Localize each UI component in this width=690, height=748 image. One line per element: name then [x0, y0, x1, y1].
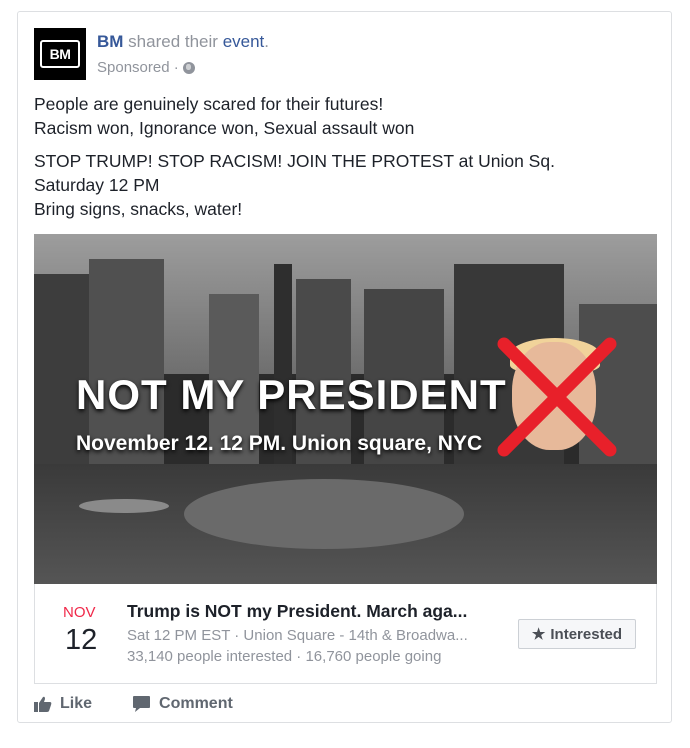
star-icon: ★: [531, 626, 546, 643]
event-title-link[interactable]: Trump is NOT my President. March aga...: [127, 601, 467, 622]
comment-label: Comment: [159, 695, 233, 712]
page-avatar[interactable]: BM: [34, 28, 86, 80]
event-link[interactable]: event: [223, 32, 265, 51]
page-name-link[interactable]: BM: [97, 32, 123, 51]
comment-icon: [133, 696, 151, 712]
comment-button[interactable]: Comment: [132, 695, 233, 713]
interested-button[interactable]: ★ Interested: [518, 619, 636, 649]
event-info-box[interactable]: NOV 12 Trump is NOT my President. March …: [34, 584, 657, 684]
event-cover-image[interactable]: NOT MY PRESIDENT November 12. 12 PM. Uni…: [34, 234, 657, 584]
post-header: BM shared their event.: [97, 32, 269, 52]
event-month: NOV: [63, 604, 96, 621]
event-counts: 33,140 people interested · 16,760 people…: [127, 648, 442, 665]
post-verb: shared their: [123, 32, 223, 51]
thumbs-up-icon: [34, 696, 52, 712]
post-verb-end: .: [264, 32, 270, 51]
gazebo: [79, 499, 169, 513]
sponsored-label[interactable]: Sponsored ·: [97, 59, 179, 76]
globe-icon: [182, 61, 195, 74]
post-actions: Like Comment: [34, 692, 233, 716]
post-subtitle: Sponsored ·: [97, 59, 195, 76]
post-paragraph-2: STOP TRUMP! STOP RACISM! JOIN THE PROTES…: [34, 151, 555, 219]
red-x-mark: [497, 337, 617, 457]
like-label: Like: [60, 695, 93, 712]
cover-dateline: November 12. 12 PM. Union square, NYC: [76, 432, 483, 455]
post-card: BM BM shared their event. Sponsored · Pe…: [17, 11, 672, 723]
interested-label: Interested: [550, 625, 623, 643]
cover-headline: NOT MY PRESIDENT: [76, 371, 507, 418]
event-day: 12: [65, 624, 98, 656]
post-paragraph-1: People are genuinely scared for their fu…: [34, 94, 415, 138]
like-button[interactable]: Like: [34, 695, 92, 713]
event-meta: Sat 12 PM EST · Union Square - 14th & Br…: [127, 627, 468, 644]
bm-logo: BM: [40, 40, 80, 68]
plaza: [184, 479, 464, 549]
post-text: People are genuinely scared for their fu…: [34, 92, 555, 230]
